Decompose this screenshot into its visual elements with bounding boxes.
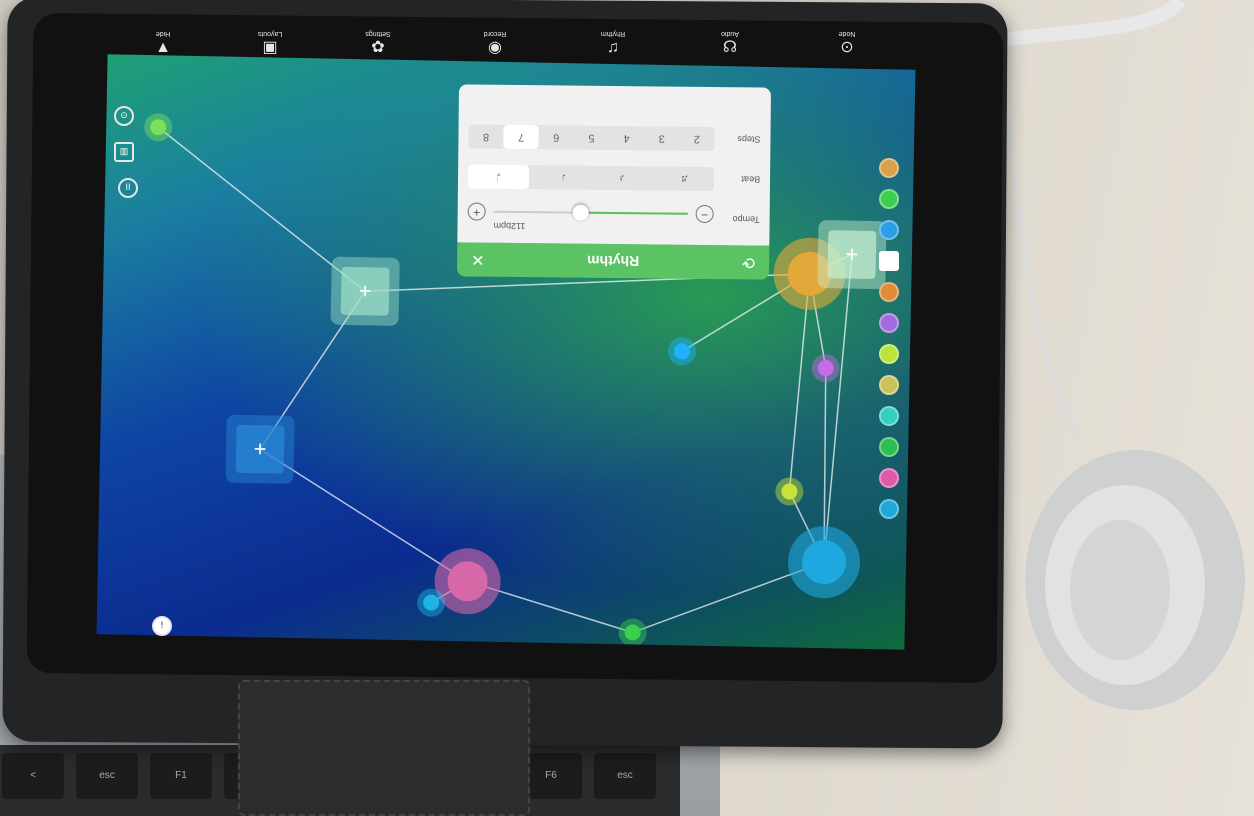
- gear-icon: ✿: [371, 39, 385, 56]
- beat-option[interactable]: ♬: [652, 166, 714, 191]
- steps-option[interactable]: 8: [468, 124, 503, 148]
- steps-option[interactable]: 5: [574, 126, 609, 150]
- beat-selector[interactable]: ♬ ♪ ♩ 𝅗𝅥: [467, 164, 715, 192]
- steps-option[interactable]: 6: [539, 125, 574, 149]
- palette-color-swatch[interactable]: [879, 468, 899, 488]
- rhythm-panel-header: ⟳ Rhythm ✕: [457, 242, 770, 280]
- palette-color-swatch[interactable]: [879, 158, 899, 178]
- info-button[interactable]: !: [152, 616, 172, 636]
- close-icon[interactable]: ✕: [471, 250, 485, 270]
- rhythm-panel-title: Rhythm: [587, 252, 640, 270]
- palette-color-swatch[interactable]: [879, 189, 899, 209]
- record-icon: ◉: [488, 39, 502, 56]
- palette-color-swatch[interactable]: [879, 437, 899, 457]
- graph-node-dot[interactable]: [775, 477, 804, 506]
- steps-selector[interactable]: 2345678: [468, 124, 715, 152]
- graph-node-big[interactable]: [787, 525, 861, 599]
- palette-color-swatch[interactable]: [879, 220, 899, 240]
- node-icon[interactable]: ⊙: [114, 106, 134, 126]
- beat-row: Beat ♬ ♪ ♩ 𝅗𝅥: [467, 156, 761, 199]
- steps-option[interactable]: 7: [503, 124, 539, 150]
- toolbar-label: Hide: [155, 30, 171, 37]
- graph-node-dot[interactable]: [668, 337, 697, 366]
- case-strap: [238, 680, 530, 816]
- toolbar-label: Audio: [721, 30, 739, 37]
- tempo-plus-button[interactable]: +: [467, 202, 486, 221]
- reset-icon[interactable]: ⟳: [742, 252, 756, 272]
- plus-icon: +: [358, 278, 371, 303]
- toolbar-label: Rhythm: [600, 30, 626, 37]
- palette-color-swatch[interactable]: [879, 406, 899, 426]
- palette-color-swatch[interactable]: [879, 344, 899, 364]
- toolbar-settings[interactable]: Settings ✿: [343, 30, 413, 59]
- toolbar-rhythm[interactable]: Rhythm ♫: [578, 30, 648, 59]
- tempo-row: Tempo 112bpm − +: [467, 196, 760, 239]
- beat-option[interactable]: ♪: [591, 166, 653, 191]
- steps-option[interactable]: 3: [644, 126, 679, 150]
- toolbar-label: Layouts: [257, 30, 283, 37]
- plus-icon: +: [253, 436, 266, 461]
- pause-button[interactable]: II: [118, 178, 138, 198]
- rhythm-panel-body: Tempo 112bpm − + Beat ♬ ♪ ♩ 𝅗𝅥 Steps 234567…: [457, 84, 771, 246]
- steps-row: Steps 2345678: [468, 116, 761, 159]
- steps-option[interactable]: 4: [609, 126, 644, 150]
- palette-color-swatch[interactable]: [879, 313, 899, 333]
- save-icon: ▣: [262, 39, 278, 56]
- headphones-icon: ☊: [722, 39, 738, 56]
- steps-option[interactable]: 2: [679, 127, 714, 151]
- graph-node-square[interactable]: +: [330, 256, 400, 326]
- palette-color-swatch[interactable]: [879, 499, 899, 519]
- graph-node-dot[interactable]: [144, 113, 173, 142]
- toolbar-label: Node: [838, 30, 856, 37]
- tempo-label: Tempo: [732, 214, 760, 225]
- beat-option[interactable]: 𝅗𝅥: [467, 164, 530, 190]
- beat-option[interactable]: ♩: [529, 165, 591, 190]
- headphones: [1025, 450, 1245, 710]
- toolbar-layouts[interactable]: Layouts ▣: [235, 30, 305, 59]
- toolbar-record[interactable]: Record ◉: [460, 30, 530, 59]
- palette-color-swatch[interactable]: [879, 375, 899, 395]
- toolbar-label: Settings: [365, 30, 391, 37]
- graph-node-square[interactable]: +: [225, 414, 295, 484]
- color-palette: [876, 158, 902, 528]
- rhythm-panel: ⟳ Rhythm ✕ Tempo 112bpm − + Beat ♬ ♪ ♩ 𝅗𝅥: [457, 84, 771, 280]
- steps-label: Steps: [737, 134, 761, 145]
- graph-node-dot[interactable]: [811, 354, 840, 383]
- plus-icon: +: [845, 242, 858, 267]
- rhythm-icon: ♫: [607, 39, 619, 56]
- graph-node-dot[interactable]: [618, 618, 647, 647]
- palette-color-swatch[interactable]: [879, 282, 899, 302]
- palette-color-swatch[interactable]: [879, 251, 899, 271]
- beat-label: Beat: [741, 174, 761, 185]
- tempo-slider-knob[interactable]: [572, 204, 590, 221]
- toolbar-node[interactable]: Node ⊙: [812, 30, 882, 59]
- piano-icon[interactable]: ▥: [114, 142, 134, 162]
- toolbar-audio[interactable]: Audio ☊: [695, 30, 765, 59]
- tempo-slider[interactable]: [493, 204, 688, 221]
- toolbar-label: Record: [483, 30, 507, 37]
- tempo-minus-button[interactable]: −: [695, 204, 714, 224]
- node-icon: ⊙: [840, 39, 854, 56]
